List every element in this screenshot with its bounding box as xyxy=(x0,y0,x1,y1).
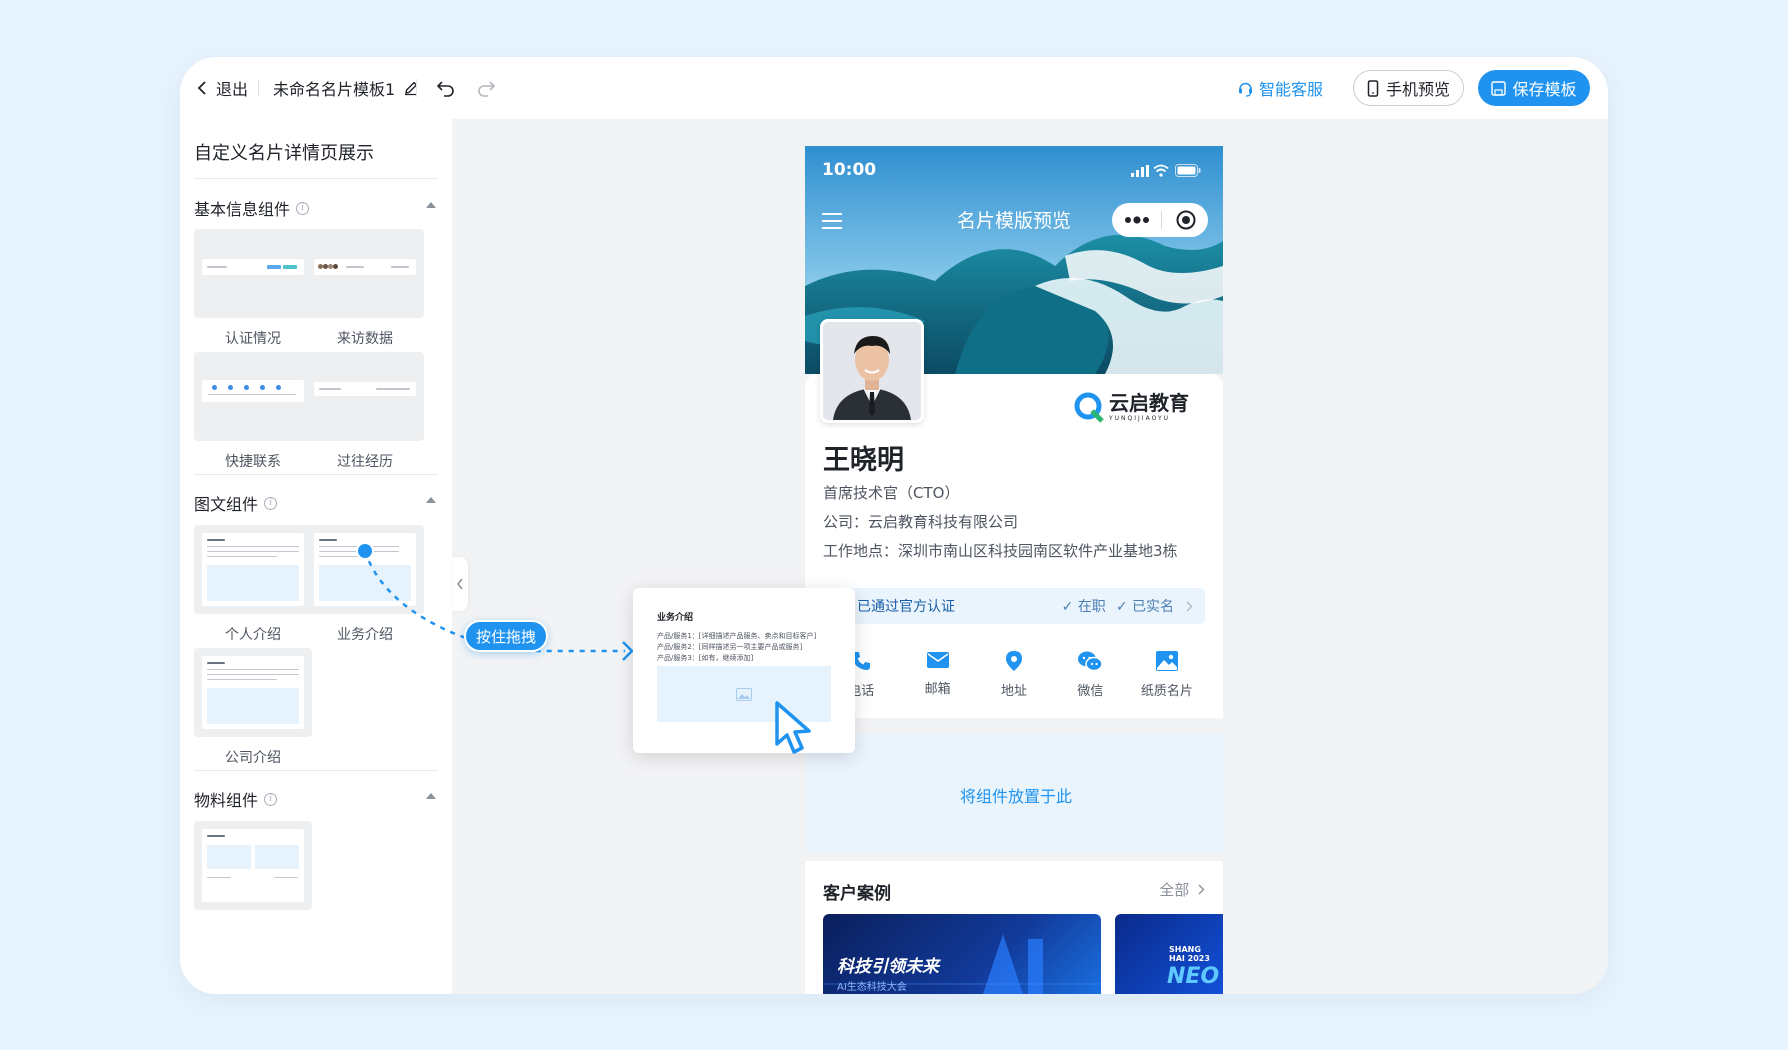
drag-hint-label: 按住拖拽 xyxy=(476,627,537,646)
image-placeholder-icon xyxy=(736,687,752,701)
drag-path xyxy=(356,542,634,661)
drag-card-line: 产品/服务1：[详细描述产品服务、卖点和目标客户] xyxy=(657,632,817,640)
drag-card-title: 业务介绍 xyxy=(657,613,694,623)
dragging-component-card[interactable]: 业务介绍 产品/服务1：[详细描述产品服务、卖点和目标客户] 产品/服务2：[同… xyxy=(633,588,855,753)
drag-card-line: 产品/服务2：[同样描述另一项主要产品或服务] xyxy=(657,643,803,651)
drag-card-line: 产品/服务3：[如有，继续添加] xyxy=(657,654,754,662)
editor-window: 退出 未命名名片模板1 智能客服 手机预览 保存模板 自定义名片详情页展示 基本… xyxy=(180,57,1608,994)
mouse-pointer-icon xyxy=(775,701,811,754)
drag-hint-badge: 按住拖拽 xyxy=(464,620,549,652)
